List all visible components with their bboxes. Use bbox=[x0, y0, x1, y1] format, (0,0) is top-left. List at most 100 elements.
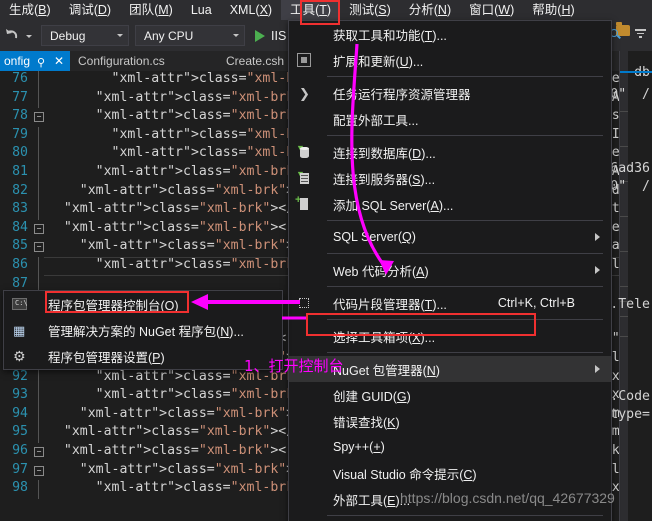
nuget-package-manager-submenu[interactable]: C:\ 程序包管理器控制台(O) ▦ 管理解决方案的 NuGet 程序包(N)... ⚙… bbox=[3, 290, 283, 370]
line-number: 77 bbox=[12, 89, 28, 105]
scrollbar-tick bbox=[620, 216, 628, 217]
menubar-item-label: Lua bbox=[190, 3, 212, 17]
scrollbar-track[interactable] bbox=[620, 51, 628, 521]
menu-item-visual-studio-命令提示-c[interactable]: Visual Studio 命令提示(C) bbox=[289, 460, 611, 486]
menubar-item-测试-s[interactable]: 测试(S) bbox=[340, 0, 400, 20]
gear-icon: ⚙ bbox=[13, 348, 26, 364]
menu-item-spy[interactable]: Spy++(+) bbox=[289, 434, 611, 460]
tools-menu-popup[interactable]: 获取工具和功能(T)... 扩展和更新(U)... ❯ 任务运行程序资源管理器 配置外部… bbox=[288, 20, 612, 521]
tab-create-cshtml[interactable]: Create.csh bbox=[222, 51, 288, 71]
fold-toggle-icon[interactable]: − bbox=[34, 465, 44, 476]
line-number: 87 bbox=[12, 275, 28, 291]
line-number: 81 bbox=[12, 164, 28, 179]
menu-separator bbox=[327, 253, 603, 254]
menu-item-label: 添加 SQL Server(A)... bbox=[333, 198, 454, 213]
server-connect-icon: ▼ bbox=[295, 169, 313, 187]
overflow-lines-icon[interactable] bbox=[634, 29, 646, 41]
extensions-icon bbox=[295, 51, 313, 69]
fold-guide-line bbox=[38, 164, 39, 183]
submenu-arrow-icon bbox=[595, 266, 600, 274]
fold-toggle-icon[interactable]: − bbox=[34, 242, 44, 253]
fold-guide-line bbox=[38, 182, 39, 202]
console-icon: C:\ bbox=[10, 295, 28, 313]
undo-dropdown-caret-icon[interactable] bbox=[24, 26, 35, 46]
menubar-item-xml-x[interactable]: XML(X) bbox=[221, 0, 281, 20]
menubar-item-窗口-w[interactable]: 窗口(W) bbox=[460, 0, 523, 20]
menu-bar: 生成(B) 调试(D) 团队(M) Lua XML(X) 工具(T) 测试(S) 分析(N) 窗… bbox=[0, 0, 652, 20]
line-number: 79 bbox=[12, 126, 28, 142]
pin-icon[interactable]: ⚲ bbox=[37, 55, 49, 69]
menu-item-配置外部工具[interactable]: 配置外部工具... bbox=[289, 106, 611, 132]
line-number: 92 bbox=[12, 368, 28, 384]
line-number: 98 bbox=[12, 480, 28, 496]
menubar-item-lua[interactable]: Lua bbox=[182, 0, 221, 20]
submenu-item-label: 程序包管理器设置(P) bbox=[48, 350, 165, 365]
menu-separator bbox=[327, 135, 603, 136]
play-triangle-icon bbox=[255, 29, 265, 42]
menu-item-web-代码分析-a[interactable]: Web 代码分析(A) bbox=[289, 257, 611, 283]
menubar-item-调试-d[interactable]: 调试(D) bbox=[60, 0, 120, 20]
search-folder-icon[interactable] bbox=[610, 22, 632, 42]
menu-separator bbox=[327, 319, 603, 320]
submenu-arrow-icon bbox=[595, 365, 600, 373]
tab-create-cshtml-label: Create.csh bbox=[226, 54, 285, 68]
menubar-item-帮助-h[interactable]: 帮助(H) bbox=[523, 0, 583, 20]
menu-item-获取工具和功能-t[interactable]: 获取工具和功能(T)... bbox=[289, 21, 611, 47]
menu-item-错误查找-k[interactable]: 错误查找(K) bbox=[289, 408, 611, 434]
menu-item-连接到数据库-d[interactable]: ▼连接到数据库(D)... bbox=[289, 139, 611, 165]
submenu-item-程序包管理器控制台-o[interactable]: C:\ 程序包管理器控制台(O) bbox=[4, 291, 282, 317]
solution-configuration-combo[interactable]: Debug bbox=[41, 25, 129, 46]
line-number: 95 bbox=[12, 424, 28, 440]
tab-configuration-cs[interactable]: Configuration.cs bbox=[74, 51, 169, 71]
menubar-item-生成-b[interactable]: 生成(B) bbox=[0, 0, 60, 20]
fold-guide-line bbox=[38, 480, 39, 499]
menu-separator bbox=[327, 515, 603, 516]
scrollbar-tick bbox=[620, 251, 628, 252]
chevron-right-icon: ❯ bbox=[299, 86, 310, 101]
menu-item-创建-guid-g[interactable]: 创建 GUID(G) bbox=[289, 382, 611, 408]
menu-item-扩展和更新-u[interactable]: 扩展和更新(U)... bbox=[289, 47, 611, 73]
menu-item-添加-sql-server-a[interactable]: + 添加 SQL Server(A)... bbox=[289, 191, 611, 217]
submenu-item-label: 管理解决方案的 NuGet 程序包(N)... bbox=[48, 324, 244, 339]
menu-separator bbox=[327, 286, 603, 287]
line-number: 84 bbox=[12, 219, 28, 235]
undo-arrow-icon[interactable] bbox=[2, 26, 22, 46]
no-icon bbox=[295, 438, 313, 456]
vs-window: 生成(B) 调试(D) 团队(M) Lua XML(X) 工具(T) 测试(S) 分析(N) 窗… bbox=[0, 0, 652, 521]
menubar-item-label: 窗口(W) bbox=[469, 3, 515, 17]
menu-item-任务运行程序资源管理器[interactable]: ❯ 任务运行程序资源管理器 bbox=[289, 80, 611, 106]
menu-item-连接到服务器-s[interactable]: ▼连接到服务器(S)... bbox=[289, 165, 611, 191]
fold-guide-line bbox=[38, 89, 39, 109]
tab-webconfig-label: onfig bbox=[4, 54, 31, 68]
no-icon bbox=[295, 228, 313, 246]
fold-toggle-icon[interactable]: − bbox=[34, 112, 44, 123]
menubar-item-工具-t[interactable]: 工具(T) bbox=[281, 0, 341, 20]
fold-toggle-icon[interactable]: − bbox=[34, 447, 44, 457]
menubar-item-label: 团队(M) bbox=[129, 3, 173, 17]
menu-item-选择工具箱项-x[interactable]: 选择工具箱项(X)... bbox=[289, 323, 611, 349]
close-icon[interactable]: ✕ bbox=[54, 54, 64, 68]
menu-item-sql-server-q[interactable]: SQL Server(Q) bbox=[289, 224, 611, 250]
menu-separator bbox=[327, 220, 603, 221]
no-icon bbox=[295, 327, 313, 345]
chevron-down-icon bbox=[233, 34, 239, 37]
menubar-item-label: 生成(B) bbox=[9, 3, 51, 17]
line-number: 97 bbox=[12, 461, 28, 477]
line-number: 83 bbox=[12, 201, 28, 217]
menubar-item-label: XML(X) bbox=[229, 3, 273, 17]
no-icon bbox=[295, 412, 313, 430]
solution-platform-combo[interactable]: Any CPU bbox=[135, 25, 245, 46]
no-icon bbox=[295, 110, 313, 128]
menu-item-代码片段管理器-t[interactable]: 代码片段管理器(T)... Ctrl+K, Ctrl+B bbox=[289, 290, 611, 316]
line-number: 76 bbox=[12, 71, 28, 86]
fold-toggle-icon[interactable]: − bbox=[34, 223, 44, 234]
submenu-item-管理解决方案的-nuget-程序包-n[interactable]: ▦ 管理解决方案的 NuGet 程序包(N)... bbox=[4, 317, 282, 343]
tab-webconfig[interactable]: onfig ⚲ ✕ bbox=[0, 51, 70, 71]
database-connect-icon: ▼ bbox=[295, 143, 313, 161]
submenu-item-程序包管理器设置-p[interactable]: ⚙ 程序包管理器设置(P) bbox=[4, 343, 282, 369]
menubar-item-团队-m[interactable]: 团队(M) bbox=[120, 0, 182, 20]
submenu-item-label: 程序包管理器控制台(O) bbox=[48, 298, 179, 313]
no-icon bbox=[295, 261, 313, 279]
menubar-item-分析-n[interactable]: 分析(N) bbox=[400, 0, 460, 20]
tab-configuration-cs-label: Configuration.cs bbox=[78, 54, 165, 68]
